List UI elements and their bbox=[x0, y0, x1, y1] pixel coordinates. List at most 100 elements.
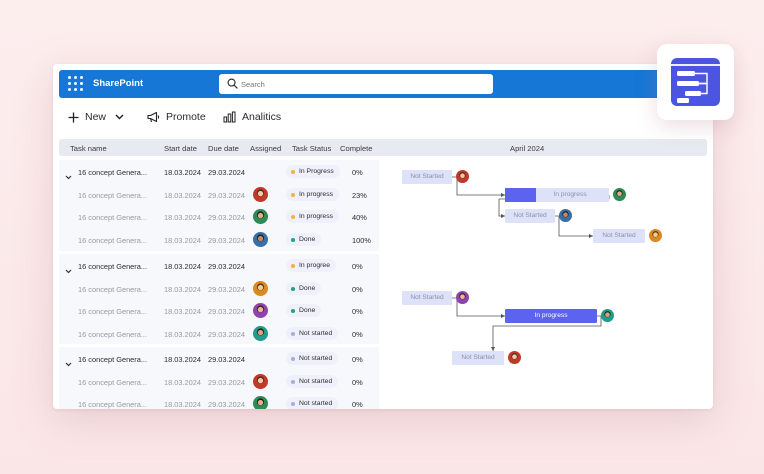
gantt-bar[interactable]: Not Started bbox=[505, 209, 555, 223]
task-name[interactable]: 16 concept Genera... bbox=[78, 378, 147, 387]
gantt-bar-label: Not Started bbox=[461, 354, 495, 361]
avatar[interactable] bbox=[456, 291, 469, 304]
search-icon bbox=[227, 78, 238, 89]
avatar[interactable] bbox=[253, 325, 268, 341]
table-row[interactable]: 16 concept Genera... 18.03.2024 29.03.2024… bbox=[59, 393, 379, 409]
table-row[interactable]: 16 concept Genera... 18.03.2024 29.03.2024… bbox=[59, 300, 379, 322]
due-date: 29.03.2024 bbox=[208, 262, 245, 271]
complete-percent: 100% bbox=[352, 235, 371, 245]
start-date: 18.03.2024 bbox=[164, 307, 201, 316]
chevron-down-icon[interactable] bbox=[115, 114, 124, 120]
task-name[interactable]: 16 concept Genera... bbox=[78, 236, 147, 245]
task-name[interactable]: 16 concept Genera... bbox=[78, 168, 147, 177]
complete-percent: 0% bbox=[352, 329, 363, 339]
status-badge[interactable]: In progree bbox=[286, 259, 336, 272]
avatar[interactable] bbox=[253, 231, 268, 247]
due-date: 29.03.2024 bbox=[208, 307, 245, 316]
complete-percent: 0% bbox=[352, 262, 363, 271]
app-bar: SharePoint bbox=[59, 70, 707, 98]
avatar[interactable] bbox=[253, 373, 268, 389]
avatar[interactable] bbox=[253, 396, 268, 409]
start-date: 18.03.2024 bbox=[164, 400, 201, 409]
column-header-task-status[interactable]: Task Status bbox=[292, 144, 331, 153]
avatar[interactable] bbox=[601, 309, 614, 322]
status-badge[interactable]: Not started bbox=[286, 326, 339, 340]
chevron-down-icon[interactable] bbox=[65, 354, 72, 372]
gantt-bar[interactable]: Not Started bbox=[593, 229, 645, 243]
search-box[interactable] bbox=[219, 74, 493, 94]
task-name[interactable]: 16 concept Genera... bbox=[78, 355, 147, 364]
task-name[interactable]: 16 concept Genera... bbox=[78, 213, 147, 222]
promote-button[interactable]: Promote bbox=[147, 108, 206, 126]
avatar[interactable] bbox=[508, 351, 521, 364]
avatar[interactable] bbox=[253, 209, 268, 224]
task-name[interactable]: 16 concept Genera... bbox=[78, 285, 147, 294]
table-row[interactable]: 16 concept Genera... 18.03.2024 29.03.2024… bbox=[59, 206, 379, 228]
avatar[interactable] bbox=[559, 209, 572, 222]
avatar[interactable] bbox=[253, 280, 268, 296]
promote-label: Promote bbox=[166, 111, 206, 123]
due-date: 29.03.2024 bbox=[208, 377, 245, 387]
start-date: 18.03.2024 bbox=[164, 355, 201, 364]
gantt-bar-label: Not Started bbox=[602, 232, 636, 239]
task-group-row[interactable]: 16 concept Genera... 18.03.2024 29.03.2024… bbox=[59, 348, 379, 370]
chevron-down-icon[interactable] bbox=[65, 261, 72, 279]
gantt-bar-label: Not Started bbox=[410, 173, 444, 180]
avatar[interactable] bbox=[649, 229, 662, 242]
table-row[interactable]: 16 concept Genera... 18.03.2024 29.03.2024… bbox=[59, 229, 379, 251]
status-badge[interactable]: Not started bbox=[286, 352, 339, 365]
gantt-bar-label: In progress bbox=[534, 312, 568, 319]
start-date: 18.03.2024 bbox=[164, 213, 201, 222]
complete-percent: 0% bbox=[352, 284, 363, 294]
task-name[interactable]: 16 concept Genera... bbox=[78, 400, 147, 409]
app-window: SharePoint New Promot bbox=[53, 64, 713, 409]
analytics-label: Analitics bbox=[242, 111, 282, 123]
status-badge[interactable]: Done bbox=[286, 232, 322, 246]
due-date: 29.03.2024 bbox=[208, 329, 245, 339]
column-header-complete[interactable]: Complete bbox=[340, 144, 373, 153]
status-badge[interactable]: In progress bbox=[286, 187, 340, 201]
status-badge[interactable]: Done bbox=[286, 304, 322, 317]
gantt-bar[interactable]: In progress bbox=[505, 309, 597, 323]
task-group-row[interactable]: 16 concept Genera... 18.03.2024 29.03.2024… bbox=[59, 161, 379, 183]
table-row[interactable]: 16 concept Genera... 18.03.2024 29.03.2024… bbox=[59, 278, 379, 300]
analytics-button[interactable]: Analitics bbox=[223, 108, 281, 126]
table-row[interactable]: 16 concept Genera... 18.03.2024 29.03.2024… bbox=[59, 184, 379, 206]
avatar[interactable] bbox=[253, 186, 268, 202]
table-row[interactable]: 16 concept Genera... 18.03.2024 29.03.2024… bbox=[59, 323, 379, 345]
task-name[interactable]: 16 concept Genera... bbox=[78, 307, 147, 316]
start-date: 18.03.2024 bbox=[164, 284, 201, 294]
status-badge[interactable]: Not started bbox=[286, 374, 339, 388]
task-name[interactable]: 16 concept Genera... bbox=[78, 191, 147, 200]
table-row[interactable]: 16 concept Genera... 18.03.2024 29.03.2024… bbox=[59, 371, 379, 393]
gantt-bar[interactable]: In progress bbox=[505, 188, 609, 202]
table-header: Task name Start date Due date Assigned T… bbox=[59, 139, 707, 156]
column-header-due-date[interactable]: Due date bbox=[208, 144, 239, 153]
start-date: 18.03.2024 bbox=[164, 377, 201, 387]
gantt-bar[interactable]: Not Started bbox=[452, 351, 504, 365]
start-date: 18.03.2024 bbox=[164, 190, 201, 200]
search-input[interactable] bbox=[241, 76, 481, 92]
column-header-start-date[interactable]: Start date bbox=[164, 144, 197, 153]
complete-percent: 0% bbox=[352, 355, 363, 364]
task-name[interactable]: 16 concept Genera... bbox=[78, 262, 147, 271]
status-badge[interactable]: In progress bbox=[286, 210, 340, 223]
due-date: 29.03.2024 bbox=[208, 190, 245, 200]
status-badge[interactable]: In Progress bbox=[286, 165, 340, 178]
column-header-task-name[interactable]: Task name bbox=[70, 144, 107, 153]
gantt-bar[interactable]: Not Started bbox=[402, 291, 452, 305]
task-name[interactable]: 16 concept Genera... bbox=[78, 330, 147, 339]
app-launcher-icon[interactable] bbox=[68, 76, 84, 92]
new-button[interactable]: New bbox=[68, 108, 124, 126]
gantt-bar[interactable]: Not Started bbox=[402, 170, 452, 184]
due-date: 29.03.2024 bbox=[208, 355, 245, 364]
column-header-assigned[interactable]: Assigned bbox=[250, 144, 281, 153]
avatar[interactable] bbox=[613, 188, 626, 201]
avatar[interactable] bbox=[456, 170, 469, 183]
start-date: 18.03.2024 bbox=[164, 235, 201, 245]
avatar[interactable] bbox=[253, 303, 268, 318]
task-group-row[interactable]: 16 concept Genera... 18.03.2024 29.03.2024… bbox=[59, 255, 379, 277]
status-badge[interactable]: Done bbox=[286, 281, 322, 295]
status-badge[interactable]: Not started bbox=[286, 397, 339, 409]
chevron-down-icon[interactable] bbox=[65, 167, 72, 185]
